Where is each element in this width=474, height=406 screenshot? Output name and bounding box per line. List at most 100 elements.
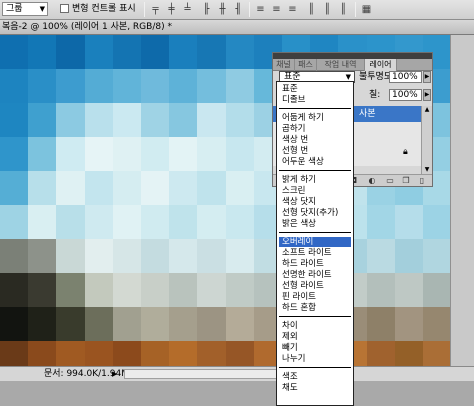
align-bottom-icon[interactable]: ╧ bbox=[181, 3, 194, 16]
canvas-pixel-block bbox=[28, 205, 58, 240]
distribute-left-icon[interactable]: ║ bbox=[305, 3, 318, 16]
tab-channels[interactable]: 채널 bbox=[273, 59, 295, 71]
canvas-pixel-block bbox=[56, 273, 86, 308]
align-vcenter-icon[interactable]: ╪ bbox=[165, 3, 178, 16]
vertical-scrollbar[interactable] bbox=[450, 35, 474, 366]
canvas-pixel-block bbox=[423, 205, 450, 240]
scroll-up-icon[interactable]: ▲ bbox=[423, 106, 431, 114]
canvas-pixel-block bbox=[225, 171, 255, 206]
blend-mode-option[interactable]: 하드 혼합 bbox=[279, 303, 351, 313]
fill-input[interactable]: 100% bbox=[389, 89, 422, 101]
canvas-pixel-block bbox=[366, 205, 396, 240]
canvas-pixel-block bbox=[112, 35, 142, 70]
adjustment-icon[interactable]: ◐ bbox=[367, 176, 377, 186]
blend-mode-option[interactable]: 하드 라이트 bbox=[279, 259, 351, 269]
auto-align-icon[interactable]: ▦ bbox=[360, 3, 373, 16]
blend-mode-option[interactable]: 차이 bbox=[279, 321, 351, 331]
blend-mode-option[interactable]: 빼기 bbox=[279, 343, 351, 353]
document-title-bar[interactable]: 복음-2 @ 100% (레이어 1 사본, RGB/8) * bbox=[0, 20, 474, 35]
transform-controls-label: 변형 컨트롤 표시 bbox=[72, 4, 136, 14]
tab-paths[interactable]: 패스 bbox=[295, 59, 317, 71]
blend-mode-option[interactable]: 소프트 라이트 bbox=[279, 248, 351, 258]
blend-mode-option[interactable]: 핀 라이트 bbox=[279, 292, 351, 302]
new-layer-icon[interactable]: ❐ bbox=[401, 176, 411, 186]
scroll-down-icon[interactable]: ▼ bbox=[423, 166, 431, 174]
blend-mode-option[interactable]: 색상 번 bbox=[279, 135, 351, 145]
canvas-pixel-block bbox=[84, 35, 114, 70]
toolbar-separator bbox=[355, 2, 356, 17]
canvas-pixel-block bbox=[169, 103, 199, 138]
blend-mode-option[interactable]: 어두운 색상 bbox=[279, 157, 351, 167]
opacity-input[interactable]: 100% bbox=[389, 71, 422, 83]
folder-icon[interactable]: ▭ bbox=[385, 176, 395, 186]
blend-mode-option[interactable]: 선명한 라이트 bbox=[279, 270, 351, 280]
blend-mode-option[interactable]: 나누기 bbox=[279, 354, 351, 364]
canvas-pixel-block bbox=[28, 307, 58, 342]
blend-mode-option[interactable]: 표준 bbox=[279, 84, 351, 94]
canvas-pixel-block bbox=[225, 307, 255, 342]
blend-mode-option[interactable]: 스크린 bbox=[279, 186, 351, 196]
align-left-icon[interactable]: ╟ bbox=[200, 3, 213, 16]
distribute-bottom-icon[interactable]: ≡ bbox=[286, 3, 299, 16]
layers-scrollbar[interactable]: ▲ ▼ bbox=[421, 106, 432, 174]
canvas-pixel-block bbox=[28, 273, 58, 308]
blend-mode-option[interactable]: 색조 bbox=[279, 372, 351, 382]
blend-mode-option[interactable]: 밝게 하기 bbox=[279, 175, 351, 185]
distribute-top-icon[interactable]: ≡ bbox=[254, 3, 267, 16]
canvas-pixel-block bbox=[84, 103, 114, 138]
canvas-pixel-block bbox=[28, 137, 58, 172]
blend-mode-option[interactable]: 제외 bbox=[279, 332, 351, 342]
blend-mode-option[interactable]: 선형 라이트 bbox=[279, 281, 351, 291]
distribute-hcenter-icon[interactable]: ║ bbox=[321, 3, 334, 16]
canvas-pixel-block bbox=[169, 205, 199, 240]
canvas-pixel-block bbox=[394, 273, 424, 308]
blend-mode-option[interactable]: 선형 닷지(추가) bbox=[279, 208, 351, 218]
canvas-pixel-block bbox=[112, 103, 142, 138]
align-right-icon[interactable]: ╢ bbox=[232, 3, 245, 16]
blend-mode-option[interactable]: 곱하기 bbox=[279, 124, 351, 134]
transform-controls-checkbox[interactable] bbox=[60, 4, 69, 13]
canvas-pixel-block bbox=[169, 171, 199, 206]
blend-mode-option[interactable]: 선형 번 bbox=[279, 146, 351, 156]
chevron-down-icon: ▼ bbox=[39, 5, 45, 13]
distribute-right-icon[interactable]: ║ bbox=[337, 3, 350, 16]
canvas-pixel-block bbox=[141, 307, 171, 342]
canvas-pixel-block bbox=[197, 103, 227, 138]
blend-mode-option[interactable]: 어둡게 하기 bbox=[279, 113, 351, 123]
distribute-vcenter-icon[interactable]: ≡ bbox=[270, 3, 283, 16]
canvas-pixel-block bbox=[225, 205, 255, 240]
dropdown-separator bbox=[279, 316, 351, 317]
canvas-pixel-block bbox=[0, 103, 30, 138]
canvas-pixel-block bbox=[112, 273, 142, 308]
canvas-pixel-block bbox=[84, 171, 114, 206]
opacity-slider-arrow-icon[interactable]: ▶ bbox=[423, 71, 431, 83]
canvas-pixel-block bbox=[0, 307, 30, 342]
blend-mode-option[interactable]: 디졸브 bbox=[279, 95, 351, 105]
canvas-pixel-block bbox=[366, 239, 396, 274]
dropdown-separator bbox=[279, 232, 351, 233]
tab-history[interactable]: 작업 내역 bbox=[317, 59, 365, 71]
status-menu-arrow-icon[interactable]: ▶ bbox=[112, 368, 117, 380]
lock-icon: 🔒︎ bbox=[403, 147, 408, 157]
canvas-pixel-block bbox=[423, 307, 450, 342]
tab-layers[interactable]: 레이어 bbox=[365, 59, 397, 71]
canvas-pixel-block bbox=[141, 205, 171, 240]
options-bar: 그룹 ▼ 변형 컨트롤 표시 ╤ ╪ ╧ ╟ ╫ ╢ ≡ ≡ ≡ ║ ║ ║ ▦ bbox=[0, 0, 474, 20]
canvas-pixel-block bbox=[141, 239, 171, 274]
canvas-pixel-block bbox=[141, 273, 171, 308]
canvas-pixel-block bbox=[84, 69, 114, 104]
blend-mode-option[interactable]: 채도 bbox=[279, 383, 351, 393]
canvas-pixel-block bbox=[169, 69, 199, 104]
auto-select-mode-dropdown[interactable]: 그룹 ▼ bbox=[2, 2, 48, 16]
align-top-icon[interactable]: ╤ bbox=[149, 3, 162, 16]
canvas-pixel-block bbox=[423, 273, 450, 308]
blend-mode-option[interactable]: 오버레이 bbox=[279, 237, 351, 247]
dropdown-separator bbox=[279, 367, 351, 368]
canvas-pixel-block bbox=[197, 273, 227, 308]
align-hcenter-icon[interactable]: ╫ bbox=[216, 3, 229, 16]
canvas-pixel-block bbox=[56, 103, 86, 138]
trash-icon[interactable]: ▯ bbox=[417, 176, 427, 186]
fill-slider-arrow-icon[interactable]: ▶ bbox=[423, 89, 431, 101]
blend-mode-option[interactable]: 밝은 색상 bbox=[279, 219, 351, 229]
blend-mode-option[interactable]: 색상 닷지 bbox=[279, 197, 351, 207]
